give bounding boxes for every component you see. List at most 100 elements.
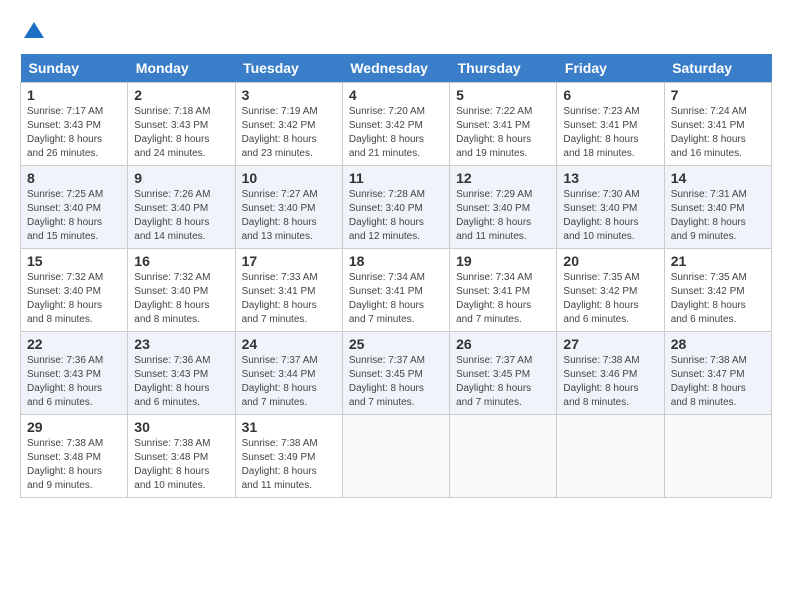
day-info: Sunrise: 7:37 AMSunset: 3:45 PMDaylight:… bbox=[456, 354, 550, 410]
day-info: Sunrise: 7:38 AMSunset: 3:48 PMDaylight:… bbox=[27, 437, 121, 493]
day-number: 7 bbox=[671, 87, 765, 103]
day-number: 2 bbox=[134, 87, 228, 103]
day-number: 19 bbox=[456, 253, 550, 269]
day-info: Sunrise: 7:25 AMSunset: 3:40 PMDaylight:… bbox=[27, 188, 121, 244]
day-number: 3 bbox=[242, 87, 336, 103]
calendar-cell: 31 Sunrise: 7:38 AMSunset: 3:49 PMDayligh… bbox=[235, 415, 342, 498]
day-number: 9 bbox=[134, 170, 228, 186]
calendar-week-row: 29 Sunrise: 7:38 AMSunset: 3:48 PMDayligh… bbox=[21, 415, 772, 498]
calendar-cell: 13 Sunrise: 7:30 AMSunset: 3:40 PMDayligh… bbox=[557, 166, 664, 249]
day-number: 31 bbox=[242, 419, 336, 435]
day-info: Sunrise: 7:38 AMSunset: 3:49 PMDaylight:… bbox=[242, 437, 336, 493]
day-number: 11 bbox=[349, 170, 443, 186]
calendar-cell: 18 Sunrise: 7:34 AMSunset: 3:41 PMDayligh… bbox=[342, 249, 449, 332]
day-info: Sunrise: 7:27 AMSunset: 3:40 PMDaylight:… bbox=[242, 188, 336, 244]
header-monday: Monday bbox=[128, 54, 235, 83]
calendar-cell: 14 Sunrise: 7:31 AMSunset: 3:40 PMDayligh… bbox=[664, 166, 771, 249]
calendar-cell: 1 Sunrise: 7:17 AMSunset: 3:43 PMDaylight… bbox=[21, 83, 128, 166]
calendar-cell bbox=[450, 415, 557, 498]
calendar-cell bbox=[557, 415, 664, 498]
calendar-cell: 8 Sunrise: 7:25 AMSunset: 3:40 PMDaylight… bbox=[21, 166, 128, 249]
day-number: 15 bbox=[27, 253, 121, 269]
day-info: Sunrise: 7:20 AMSunset: 3:42 PMDaylight:… bbox=[349, 105, 443, 161]
logo bbox=[20, 20, 46, 44]
day-info: Sunrise: 7:22 AMSunset: 3:41 PMDaylight:… bbox=[456, 105, 550, 161]
header-sunday: Sunday bbox=[21, 54, 128, 83]
day-info: Sunrise: 7:29 AMSunset: 3:40 PMDaylight:… bbox=[456, 188, 550, 244]
day-number: 13 bbox=[563, 170, 657, 186]
day-number: 1 bbox=[27, 87, 121, 103]
calendar-cell: 6 Sunrise: 7:23 AMSunset: 3:41 PMDaylight… bbox=[557, 83, 664, 166]
calendar-cell: 20Sunrise: 7:35 AMSunset: 3:42 PMDayligh… bbox=[557, 249, 664, 332]
day-info: Sunrise: 7:38 AMSunset: 3:46 PMDaylight:… bbox=[563, 354, 657, 410]
day-info: Sunrise: 7:34 AMSunset: 3:41 PMDaylight:… bbox=[349, 271, 443, 327]
calendar-cell: 21Sunrise: 7:35 AMSunset: 3:42 PMDayligh… bbox=[664, 249, 771, 332]
calendar-cell: 26 Sunrise: 7:37 AMSunset: 3:45 PMDayligh… bbox=[450, 332, 557, 415]
header-wednesday: Wednesday bbox=[342, 54, 449, 83]
day-number: 29 bbox=[27, 419, 121, 435]
calendar-cell: 24Sunrise: 7:37 AMSunset: 3:44 PMDayligh… bbox=[235, 332, 342, 415]
day-info: Sunrise: 7:19 AMSunset: 3:42 PMDaylight:… bbox=[242, 105, 336, 161]
calendar-week-row: 15 Sunrise: 7:32 AMSunset: 3:40 PMDayligh… bbox=[21, 249, 772, 332]
calendar-cell: 17 Sunrise: 7:33 AMSunset: 3:41 PMDayligh… bbox=[235, 249, 342, 332]
day-info: Sunrise: 7:18 AMSunset: 3:43 PMDaylight:… bbox=[134, 105, 228, 161]
day-info: Sunrise: 7:37 AMSunset: 3:45 PMDaylight:… bbox=[349, 354, 443, 410]
day-info: Sunrise: 7:23 AMSunset: 3:41 PMDaylight:… bbox=[563, 105, 657, 161]
day-number: 6 bbox=[563, 87, 657, 103]
day-info: Sunrise: 7:17 AMSunset: 3:43 PMDaylight:… bbox=[27, 105, 121, 161]
day-number: 8 bbox=[27, 170, 121, 186]
header-friday: Friday bbox=[557, 54, 664, 83]
calendar-cell: 30 Sunrise: 7:38 AMSunset: 3:48 PMDayligh… bbox=[128, 415, 235, 498]
page-header bbox=[20, 20, 772, 44]
day-info: Sunrise: 7:33 AMSunset: 3:41 PMDaylight:… bbox=[242, 271, 336, 327]
day-info: Sunrise: 7:32 AMSunset: 3:40 PMDaylight:… bbox=[27, 271, 121, 327]
day-number: 28 bbox=[671, 336, 765, 352]
day-number: 10 bbox=[242, 170, 336, 186]
calendar-cell: 4Sunrise: 7:20 AMSunset: 3:42 PMDaylight… bbox=[342, 83, 449, 166]
day-info: Sunrise: 7:30 AMSunset: 3:40 PMDaylight:… bbox=[563, 188, 657, 244]
day-number: 17 bbox=[242, 253, 336, 269]
calendar-cell: 2 Sunrise: 7:18 AMSunset: 3:43 PMDaylight… bbox=[128, 83, 235, 166]
calendar-cell: 25Sunrise: 7:37 AMSunset: 3:45 PMDayligh… bbox=[342, 332, 449, 415]
day-info: Sunrise: 7:32 AMSunset: 3:40 PMDaylight:… bbox=[134, 271, 228, 327]
day-number: 27 bbox=[563, 336, 657, 352]
calendar-cell: 29 Sunrise: 7:38 AMSunset: 3:48 PMDayligh… bbox=[21, 415, 128, 498]
calendar-cell: 3 Sunrise: 7:19 AMSunset: 3:42 PMDaylight… bbox=[235, 83, 342, 166]
day-info: Sunrise: 7:36 AMSunset: 3:43 PMDaylight:… bbox=[27, 354, 121, 410]
calendar-cell: 16 Sunrise: 7:32 AMSunset: 3:40 PMDayligh… bbox=[128, 249, 235, 332]
day-info: Sunrise: 7:24 AMSunset: 3:41 PMDaylight:… bbox=[671, 105, 765, 161]
calendar-cell bbox=[664, 415, 771, 498]
calendar-header-row: SundayMondayTuesdayWednesdayThursdayFrid… bbox=[21, 54, 772, 83]
calendar-cell: 7 Sunrise: 7:24 AMSunset: 3:41 PMDaylight… bbox=[664, 83, 771, 166]
day-number: 16 bbox=[134, 253, 228, 269]
header-saturday: Saturday bbox=[664, 54, 771, 83]
day-number: 21 bbox=[671, 253, 765, 269]
calendar-cell: 10 Sunrise: 7:27 AMSunset: 3:40 PMDayligh… bbox=[235, 166, 342, 249]
calendar-cell: 15 Sunrise: 7:32 AMSunset: 3:40 PMDayligh… bbox=[21, 249, 128, 332]
day-number: 12 bbox=[456, 170, 550, 186]
calendar-cell: 11 Sunrise: 7:28 AMSunset: 3:40 PMDayligh… bbox=[342, 166, 449, 249]
day-info: Sunrise: 7:34 AMSunset: 3:41 PMDaylight:… bbox=[456, 271, 550, 327]
calendar-week-row: 1 Sunrise: 7:17 AMSunset: 3:43 PMDaylight… bbox=[21, 83, 772, 166]
day-number: 24 bbox=[242, 336, 336, 352]
day-number: 5 bbox=[456, 87, 550, 103]
day-number: 18 bbox=[349, 253, 443, 269]
day-number: 30 bbox=[134, 419, 228, 435]
day-info: Sunrise: 7:28 AMSunset: 3:40 PMDaylight:… bbox=[349, 188, 443, 244]
day-number: 23 bbox=[134, 336, 228, 352]
day-number: 26 bbox=[456, 336, 550, 352]
calendar-cell: 27 Sunrise: 7:38 AMSunset: 3:46 PMDayligh… bbox=[557, 332, 664, 415]
calendar-cell bbox=[342, 415, 449, 498]
calendar-week-row: 8 Sunrise: 7:25 AMSunset: 3:40 PMDaylight… bbox=[21, 166, 772, 249]
day-number: 22 bbox=[27, 336, 121, 352]
header-tuesday: Tuesday bbox=[235, 54, 342, 83]
calendar-cell: 12 Sunrise: 7:29 AMSunset: 3:40 PMDayligh… bbox=[450, 166, 557, 249]
logo-icon bbox=[22, 20, 46, 44]
day-info: Sunrise: 7:38 AMSunset: 3:47 PMDaylight:… bbox=[671, 354, 765, 410]
day-info: Sunrise: 7:38 AMSunset: 3:48 PMDaylight:… bbox=[134, 437, 228, 493]
day-info: Sunrise: 7:26 AMSunset: 3:40 PMDaylight:… bbox=[134, 188, 228, 244]
day-info: Sunrise: 7:35 AMSunset: 3:42 PMDaylight:… bbox=[563, 271, 657, 327]
day-info: Sunrise: 7:31 AMSunset: 3:40 PMDaylight:… bbox=[671, 188, 765, 244]
day-number: 14 bbox=[671, 170, 765, 186]
calendar-table: SundayMondayTuesdayWednesdayThursdayFrid… bbox=[20, 54, 772, 498]
